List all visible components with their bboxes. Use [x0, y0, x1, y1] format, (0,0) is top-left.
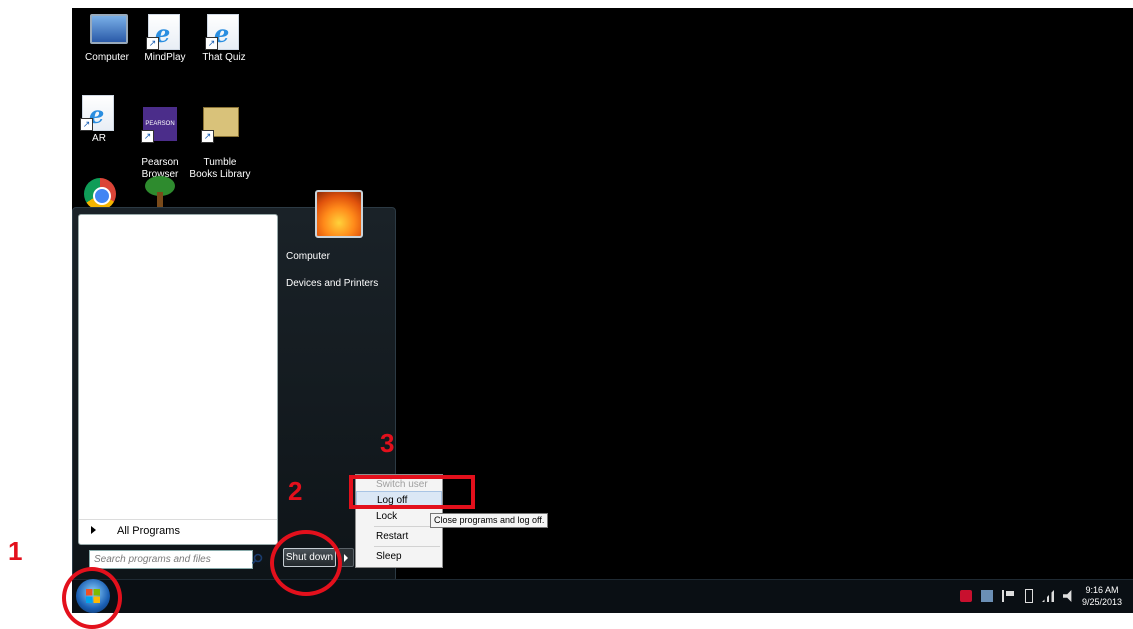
start-item-computer[interactable]: Computer [286, 251, 330, 262]
clock-date: 9/25/2013 [1082, 597, 1123, 607]
internet-explorer-icon: e ↗ [80, 95, 116, 131]
log-off-tooltip: Close programs and log off. [430, 513, 549, 528]
all-programs-label: All Programs [117, 525, 180, 537]
clock-time: 9:16 AM [1085, 585, 1119, 595]
desktop-icon-ar[interactable]: e ↗ AR [66, 95, 132, 145]
desktop-icon-label: Tumble Books Library [189, 157, 251, 180]
start-menu: All Programs Search programs and files C… [72, 190, 396, 582]
menu-item-sleep[interactable]: Sleep [356, 548, 442, 565]
annotation-circle-shutdown [270, 530, 342, 596]
all-programs-item[interactable]: All Programs [79, 519, 277, 544]
computer-icon [90, 14, 128, 48]
desktop-icon-label: AR [92, 133, 106, 144]
menu-item-restart[interactable]: Restart [356, 528, 442, 545]
annotation-step-2: 2 [288, 476, 303, 506]
desktop-icon-tumble-books[interactable]: ↗ Tumble Books Library [187, 95, 253, 193]
annotation-circle-start [62, 567, 122, 629]
annotation-step-1: 1 [8, 536, 23, 566]
desktop-icon-computer[interactable]: Computer [74, 14, 140, 64]
programs-pane: All Programs [78, 214, 278, 545]
battery-icon[interactable] [1025, 589, 1033, 603]
system-tray [960, 588, 1075, 604]
desktop-icon-that-quiz[interactable]: e ↗ That Quiz [191, 14, 257, 64]
network-drive-icon[interactable] [981, 590, 993, 602]
annotation-box-log-off [349, 475, 475, 509]
mcafee-icon[interactable] [960, 590, 972, 602]
desktop-icon-mindplay[interactable]: e ↗ MindPlay [132, 14, 198, 64]
tumble-books-icon: ↗ [201, 107, 239, 143]
taskbar-clock[interactable]: 9:16 AM 9/25/2013 [1082, 584, 1122, 608]
search-icon[interactable] [250, 552, 264, 566]
volume-icon[interactable] [1063, 590, 1072, 602]
signal-icon[interactable] [1042, 590, 1054, 602]
internet-explorer-icon: e ↗ [146, 14, 182, 50]
search-placeholder: Search programs and files [94, 554, 211, 565]
annotation-step-3: 3 [380, 428, 395, 458]
pearson-icon: PEARSON ↗ [141, 107, 177, 143]
arrow-right-icon [91, 526, 96, 534]
tree-icon [143, 176, 177, 210]
internet-explorer-icon: e ↗ [205, 14, 241, 50]
start-item-devices-printers[interactable]: Devices and Printers [286, 278, 378, 289]
desktop-icon-label: That Quiz [202, 52, 246, 63]
desktop-icon-label: Computer [85, 52, 129, 63]
desktop-icon-label: MindPlay [144, 52, 186, 63]
action-center-flag-icon[interactable] [1002, 590, 1016, 602]
user-picture[interactable] [315, 190, 363, 238]
menu-separator [374, 546, 440, 547]
search-input[interactable]: Search programs and files [89, 550, 263, 569]
